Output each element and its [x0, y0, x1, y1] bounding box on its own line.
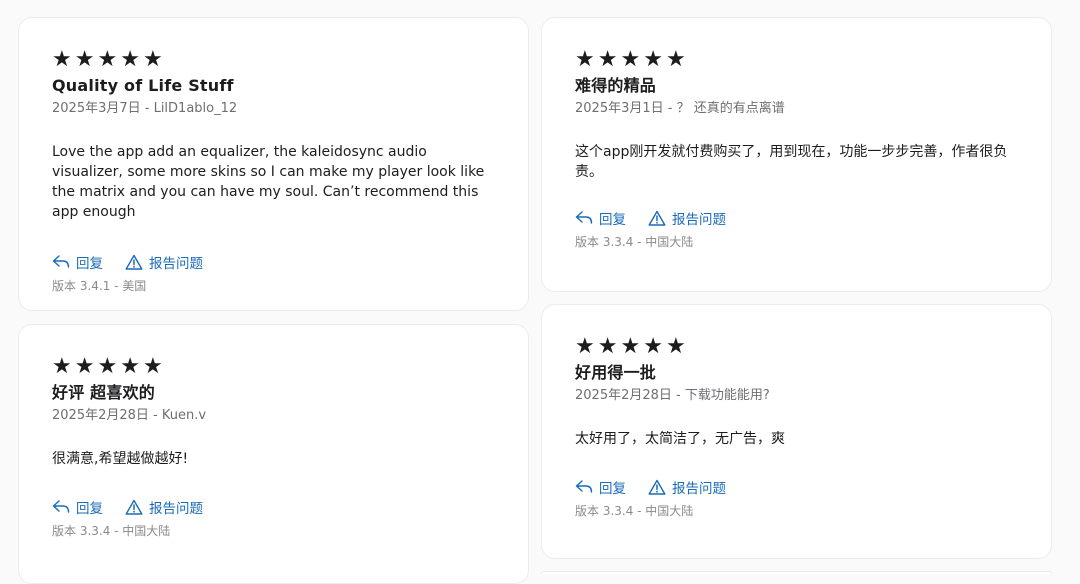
- warning-triangle-icon: [648, 479, 666, 495]
- reply-label: 回复: [76, 501, 103, 517]
- warning-triangle-icon: [125, 499, 143, 515]
- review-card: ★ ★ ★ ★ ★ Quality of Life Stuff 2025年3月7…: [18, 17, 529, 311]
- review-body: 这个app刚开发就付费购买了，用到现在，功能一步步完善，作者很负责。: [575, 144, 1008, 180]
- reply-label: 回复: [599, 481, 626, 497]
- star-icon: ★: [597, 47, 618, 72]
- review-actions: 回复 报告问题: [575, 477, 1018, 497]
- report-label: 报告问题: [672, 481, 726, 497]
- report-problem-button[interactable]: 报告问题: [125, 497, 203, 517]
- reply-button[interactable]: 回复: [52, 252, 103, 272]
- reply-label: 回复: [76, 256, 103, 272]
- star-icon: ★: [52, 47, 72, 72]
- report-label: 报告问题: [149, 256, 203, 272]
- app-version-region: 版本 3.3.4 - 中国大陆: [575, 235, 694, 249]
- star-icon: ★: [597, 334, 618, 359]
- review-title: Quality of Life Stuff: [52, 76, 234, 95]
- reply-arrow-icon: [52, 255, 70, 268]
- app-version-region: 版本 3.3.4 - 中国大陆: [575, 504, 694, 518]
- review-title: 好评 超喜欢的: [52, 383, 155, 402]
- review-actions: 回复 报告问题: [52, 252, 495, 272]
- reply-arrow-icon: [52, 500, 70, 513]
- review-title: 难得的精品: [575, 76, 657, 95]
- reply-label: 回复: [599, 212, 626, 228]
- star-icon: ★: [97, 47, 118, 72]
- star-icon: ★: [665, 47, 686, 72]
- review-actions: 回复 报告问题: [52, 497, 495, 517]
- review-card: ★ ★ ★ ★ ★ 好用得一批 2025年2月28日 - 下载功能能用? 太好用…: [541, 304, 1052, 559]
- star-rating: ★ ★ ★ ★ ★: [575, 335, 1018, 359]
- star-icon: ★: [74, 354, 95, 379]
- review-body: Love the app add an equalizer, the kalei…: [52, 144, 485, 220]
- reply-arrow-icon: [575, 480, 593, 493]
- reply-arrow-icon: [575, 211, 593, 224]
- star-icon: ★: [643, 334, 663, 359]
- star-icon: ★: [120, 47, 140, 72]
- report-problem-button[interactable]: 报告问题: [125, 252, 203, 272]
- reply-button[interactable]: 回复: [575, 208, 626, 228]
- star-icon: ★: [142, 354, 163, 379]
- report-problem-button[interactable]: 报告问题: [648, 208, 726, 228]
- report-label: 报告问题: [672, 212, 726, 228]
- star-icon: ★: [643, 47, 663, 72]
- star-icon: ★: [620, 334, 641, 359]
- star-icon: ★: [74, 47, 95, 72]
- star-icon: ★: [665, 334, 686, 359]
- report-problem-button[interactable]: 报告问题: [648, 477, 726, 497]
- warning-triangle-icon: [125, 254, 143, 270]
- star-rating: ★ ★ ★ ★ ★: [52, 48, 495, 72]
- review-date-author: 2025年2月28日 - 下载功能能用?: [575, 388, 770, 403]
- app-version-region: 版本 3.3.4 - 中国大陆: [52, 524, 171, 538]
- review-date-author: 2025年3月7日 - LilD1ablo_12: [52, 101, 238, 116]
- reply-button[interactable]: 回复: [575, 477, 626, 497]
- review-title: 好用得一批: [575, 363, 657, 382]
- star-icon: ★: [575, 334, 595, 359]
- review-date-author: 2025年3月1日 - ？ 还真的有点离谱: [575, 101, 785, 116]
- review-body: 太好用了，太简洁了，无广告，爽: [575, 431, 785, 447]
- star-rating: ★ ★ ★ ★ ★: [575, 48, 1018, 72]
- review-body: 很满意,希望越做越好!: [52, 451, 189, 467]
- star-icon: ★: [142, 47, 163, 72]
- review-actions: 回复 报告问题: [575, 208, 1018, 228]
- star-icon: ★: [120, 354, 140, 379]
- reply-button[interactable]: 回复: [52, 497, 103, 517]
- star-rating: ★ ★ ★ ★ ★: [52, 355, 495, 379]
- report-label: 报告问题: [149, 501, 203, 517]
- star-icon: ★: [620, 47, 641, 72]
- star-icon: ★: [97, 354, 118, 379]
- warning-triangle-icon: [648, 210, 666, 226]
- star-icon: ★: [575, 47, 595, 72]
- review-date-author: 2025年2月28日 - Kuen.v: [52, 408, 207, 423]
- review-card: ★ ★ ★ ★ ★ 好评 超喜欢的 2025年2月28日 - Kuen.v 很满…: [18, 324, 529, 584]
- review-card: ★ ★ ★ ★ ★ 难得的精品 2025年3月1日 - ？ 还真的有点离谱 这个…: [541, 17, 1052, 292]
- app-version-region: 版本 3.4.1 - 美国: [52, 279, 147, 293]
- star-icon: ★: [52, 354, 72, 379]
